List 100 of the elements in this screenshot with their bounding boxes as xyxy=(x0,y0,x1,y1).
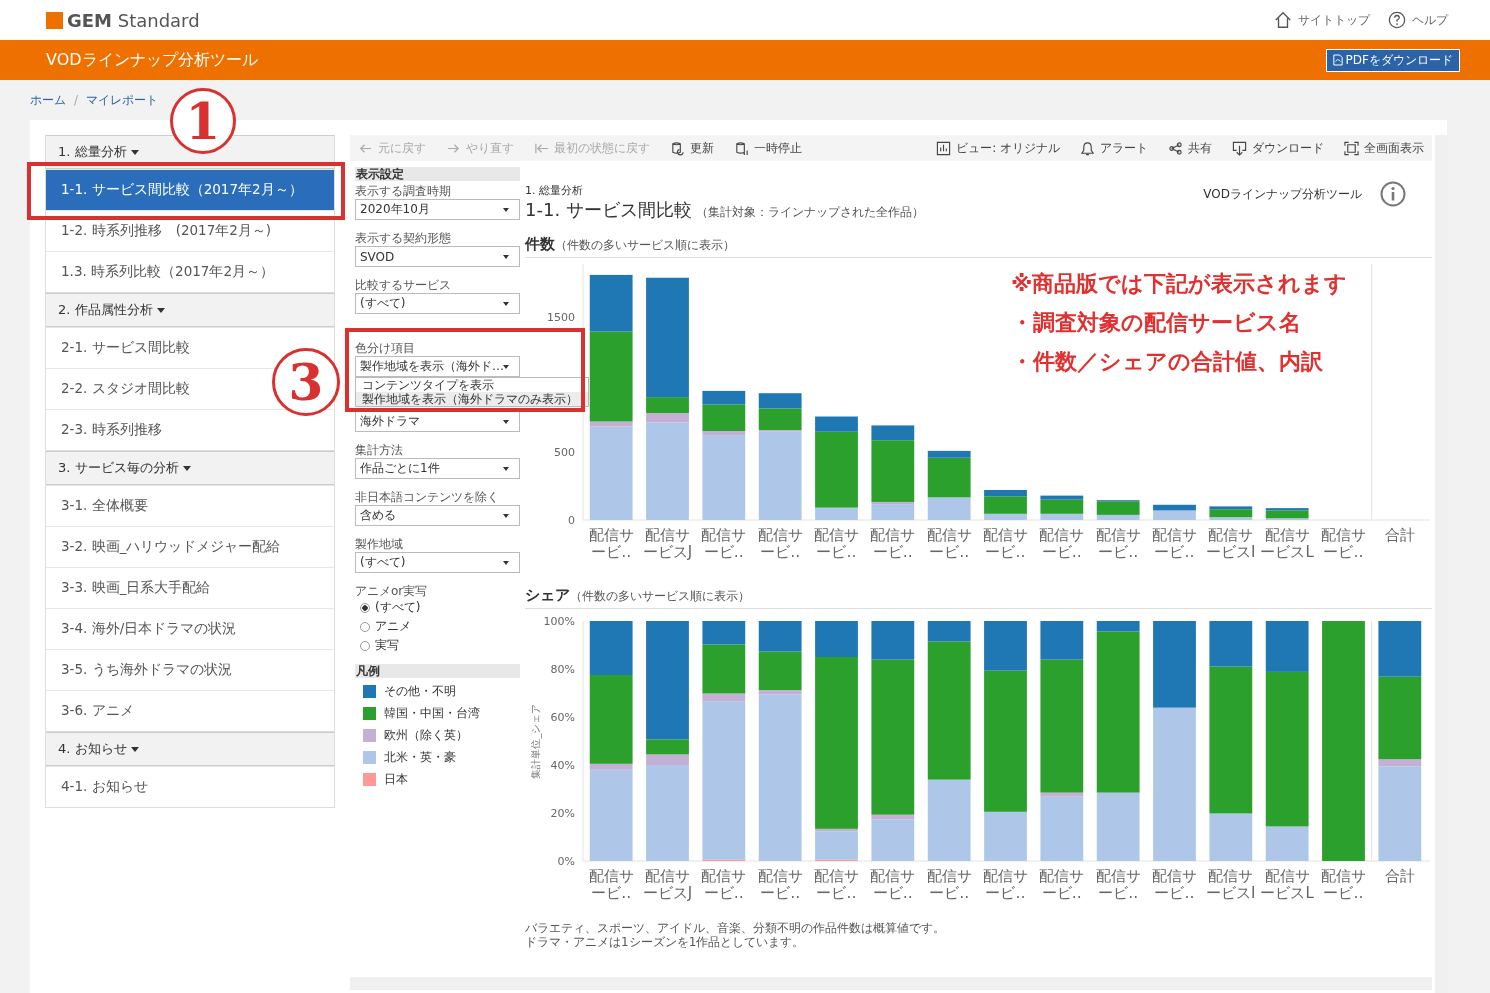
legend-label: その他・不明 xyxy=(384,683,456,700)
sidebar-group-header[interactable]: 2. 作品属性分析 xyxy=(46,293,334,327)
axis-label: 配信サービ‥ xyxy=(1039,867,1085,902)
axis-label: 配信サービ‥ xyxy=(1095,867,1141,902)
notice-text: ・調査対象の配信サービス名 xyxy=(1011,309,1302,337)
filter-label: 集計方法 xyxy=(355,441,403,459)
axis-label: 配信サービ‥ xyxy=(1321,867,1366,902)
sidebar-item[interactable]: 3-5. うち海外ドラマの状況 xyxy=(46,650,238,690)
chart-title: シェア xyxy=(525,586,570,605)
sidebar-group-header[interactable]: 4. お知らせ xyxy=(46,732,334,766)
dropdown[interactable]: SVOD xyxy=(355,246,520,267)
legend-label: 韓国・中国・台湾 xyxy=(384,705,480,722)
footnote: ドラマ・アニメは1シーズンを1作品としています。 xyxy=(525,935,806,949)
filter-label: 表示する調査時期 xyxy=(355,182,451,200)
sidebar-item[interactable]: 3-1. 全体概要 xyxy=(46,486,154,526)
radio-label: アニメ xyxy=(375,618,411,635)
axis-label: 配信サービ‥ xyxy=(983,526,1028,561)
brand-label: VODラインナップ分析ツール xyxy=(1203,185,1362,203)
chart-subtitle: （件数の多いサービス順に表示） xyxy=(555,237,735,254)
pdf-download-button[interactable]: PDFをダウンロード xyxy=(1325,48,1460,72)
filter-label: 比較するサービス xyxy=(355,276,451,294)
report-title: 1-1. サービス間比較 xyxy=(525,198,692,222)
sidebar-item[interactable]: 1-2. 時系列推移 (2017年2月～) xyxy=(46,211,278,251)
dropdown[interactable]: (すべて) xyxy=(355,293,520,314)
dropdown[interactable]: (すべて) xyxy=(355,552,520,573)
axis-label: 配信サービ‥ xyxy=(1039,526,1085,561)
axis-label: 配信サービ‥ xyxy=(588,526,634,561)
sidebar-item[interactable]: 2-3. 時系列推移 xyxy=(46,410,168,450)
axis-tick-label: 100% xyxy=(543,614,575,628)
sidebar-item[interactable]: 1.3. 時系列比較（2017年2月～） xyxy=(46,252,280,292)
filter-label: 色分け項目 xyxy=(355,339,415,357)
axis-tick-label: 0 xyxy=(568,513,575,527)
dropdown-option[interactable]: 製作地域を表示（海外ドラマのみ表示） xyxy=(356,392,588,406)
axis-label: 配信サービ‥ xyxy=(814,526,859,561)
chart-title: 件数 xyxy=(525,235,555,254)
dropdown[interactable]: 含める xyxy=(355,505,520,526)
toolbar-button[interactable]: 全画面表示 xyxy=(1336,139,1432,157)
axis-tick-label: 40% xyxy=(550,758,575,772)
header-link[interactable]: ヘルプ xyxy=(1388,11,1448,29)
axis-label: 配信サービ‥ xyxy=(588,867,634,902)
dropdown[interactable]: 2020年10月 xyxy=(355,199,520,220)
notice-text: ・件数／シェアの合計値、内訳 xyxy=(1011,348,1324,376)
toolbar-button[interactable]: ビュー: オリジナル xyxy=(928,139,1068,157)
filter-panel-title: 表示設定 xyxy=(355,167,520,181)
radio-label: (すべて) xyxy=(375,599,421,616)
filter-label: 表示する契約形態 xyxy=(355,229,451,247)
axis-tick-label: 60% xyxy=(550,710,575,724)
sidebar-item[interactable]: 2-1. サービス間比較 xyxy=(46,328,196,368)
app-title: VODラインナップ分析ツール xyxy=(46,49,258,71)
filter-label: 製作地域 xyxy=(355,535,403,553)
radio-label: 実写 xyxy=(375,637,399,654)
axis-label: 配信サービスJ xyxy=(642,526,693,561)
axis-label: 配信サービ‥ xyxy=(1152,867,1197,902)
breadcrumb-link[interactable]: マイレポート xyxy=(86,91,159,109)
axis-label: 配信サービ‥ xyxy=(1095,526,1141,561)
sidebar-item[interactable]: 3-2. 映画_ハリウッドメジャー配給 xyxy=(46,527,287,567)
axis-label: 配信サービ‥ xyxy=(701,526,747,561)
legend-label: 北米・英・豪 xyxy=(384,749,456,766)
axis-tick-label: 500 xyxy=(554,446,575,460)
toolbar-button[interactable]: 共有 xyxy=(1160,139,1220,157)
axis-label: 配信サービスL xyxy=(1260,867,1314,902)
footnote: バラエティ、スポーツ、アイドル、音楽、分類不明の作品件数は概算値です。 xyxy=(525,921,946,935)
axis-tick-label: 80% xyxy=(550,662,575,676)
toolbar-button[interactable]: 一時停止 xyxy=(726,139,810,157)
legend-label: 日本 xyxy=(384,771,408,788)
axis-label: 配信サービ‥ xyxy=(870,526,916,561)
axis-label: 配信サービ‥ xyxy=(757,526,803,561)
axis-label: 配信サービ‥ xyxy=(926,867,972,902)
axis-tick-label: 0% xyxy=(557,854,575,868)
axis-label: 配信サービスI xyxy=(1206,867,1256,902)
axis-label: 配信サービ‥ xyxy=(701,867,747,902)
notice-text: ※商品版では下記が表示されます xyxy=(1011,270,1348,298)
axis-tick-label: 20% xyxy=(550,806,575,820)
breadcrumb-separator: / xyxy=(74,93,79,107)
sidebar-item[interactable]: 3-6. アニメ xyxy=(46,691,140,731)
axis-label: 配信サービスI xyxy=(1206,526,1256,561)
dropdown[interactable]: 製作地域を表示（海外ド… xyxy=(355,356,520,377)
toolbar-button[interactable]: ダウンロード xyxy=(1224,139,1332,157)
filter-label: アニメor実写 xyxy=(355,582,428,600)
dropdown[interactable]: 海外ドラマ xyxy=(355,411,520,432)
axis-label: 配信サービ‥ xyxy=(926,526,972,561)
breadcrumb-link[interactable]: ホーム xyxy=(30,91,66,109)
sidebar-item[interactable]: 1-1. サービス間比較（2017年2月～） xyxy=(46,170,334,210)
sidebar-group-header[interactable]: 3. サービス毎の分析 xyxy=(46,451,334,485)
sidebar-item[interactable]: 3-4. 海外/日本ドラマの状況 xyxy=(46,609,243,649)
axis-label: 配信サービ‥ xyxy=(814,867,859,902)
sidebar-item[interactable]: 2-2. スタジオ間比較 xyxy=(46,369,196,409)
dropdown[interactable]: 作品ごとに1件 xyxy=(355,458,520,479)
logo-text: GEM Standard xyxy=(67,9,200,31)
sidebar-item[interactable]: 3-3. 映画_日系大手配給 xyxy=(46,568,217,608)
chart-subtitle: （件数の多いサービス順に表示） xyxy=(570,588,750,605)
toolbar-button[interactable]: アラート xyxy=(1072,139,1156,157)
axis-label: 合計 xyxy=(1384,526,1415,544)
legend-title: 凡例 xyxy=(355,664,520,678)
header-link[interactable]: サイトトップ xyxy=(1274,11,1370,29)
legend-label: 欧州（除く英） xyxy=(384,727,468,744)
dropdown-option[interactable]: コンテンツタイプを表示 xyxy=(356,378,588,392)
axis-label: 配信サービ‥ xyxy=(870,867,916,902)
sidebar-item[interactable]: 4-1. お知らせ xyxy=(46,767,154,807)
toolbar-button[interactable]: 更新 xyxy=(662,139,722,157)
